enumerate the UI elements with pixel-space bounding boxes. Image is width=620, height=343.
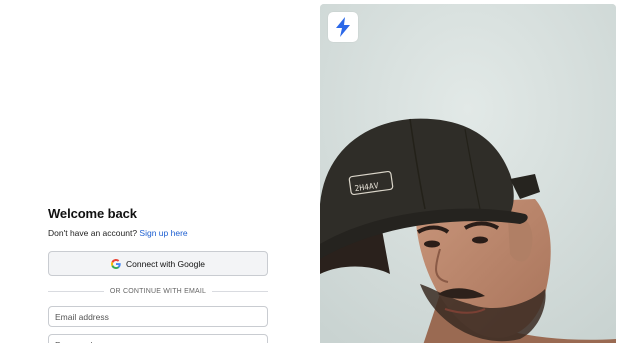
divider: OR CONTINUE WITH EMAIL xyxy=(48,288,268,295)
divider-line-right xyxy=(212,291,268,292)
page-title: Welcome back xyxy=(48,206,137,221)
lightning-bolt-icon xyxy=(336,17,350,37)
signup-prompt: Don't have an account? Sign up here xyxy=(48,227,268,239)
login-panel: Welcome back Don't have an account? Sign… xyxy=(48,206,268,343)
hero-photo: 2H4AV xyxy=(320,4,616,343)
brand-logo xyxy=(328,12,358,42)
divider-text: OR CONTINUE WITH EMAIL xyxy=(109,288,207,295)
email-field[interactable] xyxy=(48,306,268,327)
hero-image-panel: 2H4AV xyxy=(320,4,616,343)
signup-prompt-text: Don't have an account? xyxy=(48,228,138,238)
signup-link[interactable]: Sign up here xyxy=(139,228,187,238)
divider-line-left xyxy=(48,291,104,292)
google-connect-button[interactable]: Connect with Google xyxy=(48,251,268,276)
password-field[interactable] xyxy=(48,334,268,343)
google-icon xyxy=(111,258,121,269)
google-button-label: Connect with Google xyxy=(126,258,205,269)
login-page: Welcome back Don't have an account? Sign… xyxy=(0,0,620,343)
